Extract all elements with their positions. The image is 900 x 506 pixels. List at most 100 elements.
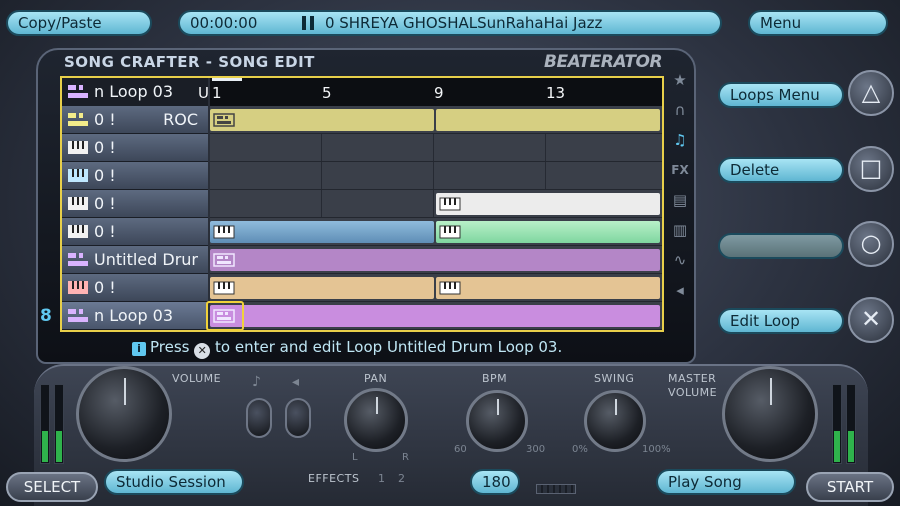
mode-tabs: ★ ∩ ♫ FX ▤ ▥ ∿ ◂	[668, 68, 694, 308]
swing-label: SWING	[594, 372, 635, 385]
keyboard-icon	[68, 281, 88, 294]
device-frame: Copy/Paste 00:00:00 0 SHREYA GHOSHALSunR…	[0, 0, 900, 506]
blank-slot-button[interactable]	[718, 233, 844, 259]
keyboard-icon[interactable]: ▥	[668, 218, 692, 242]
cross-button[interactable]: ✕	[848, 297, 894, 343]
loop-segment[interactable]	[436, 277, 660, 299]
solo-toggle[interactable]	[285, 398, 311, 438]
loop-segment[interactable]	[436, 193, 660, 215]
effects-label: EFFECTS	[308, 472, 360, 485]
header-track-label: n Loop 03	[62, 78, 208, 106]
ruler-tick: 1	[212, 84, 222, 102]
loop-segment[interactable]	[210, 109, 434, 131]
loops-menu-button[interactable]: Loops Menu	[718, 82, 844, 108]
start-button[interactable]: START	[806, 472, 894, 502]
track-label-3[interactable]: 0 !	[62, 162, 208, 190]
bpm-max-label: 300	[526, 444, 546, 455]
song-grid: n Loop 03 U 1 5 9 13 0 ! ROC 0 ! 0 ! 0 !…	[60, 76, 664, 332]
speaker-icon: ◂	[292, 374, 300, 390]
edit-loop-button[interactable]: Edit Loop	[718, 308, 844, 334]
master-volume-knob[interactable]	[722, 366, 818, 462]
master-meter-right-2	[846, 384, 856, 464]
bpm-label: BPM	[482, 372, 508, 385]
loop-segment[interactable]	[210, 249, 660, 271]
selected-loop-segment[interactable]	[206, 301, 660, 331]
drum-loop-icon	[213, 253, 235, 267]
pan-label: PAN	[364, 372, 388, 385]
ruler-cut-label: U	[198, 84, 209, 102]
square-button[interactable]: □	[848, 146, 894, 192]
copy-paste-button[interactable]: Copy/Paste	[6, 10, 152, 36]
track-label-2[interactable]: 0 !	[62, 134, 208, 162]
star-icon[interactable]: ★	[668, 68, 692, 92]
bpm-knob[interactable]	[466, 390, 528, 452]
bpm-value-display[interactable]: 180	[470, 469, 520, 495]
loop-segment[interactable]	[436, 221, 660, 243]
menu-button[interactable]: Menu	[748, 10, 888, 36]
volume-meter-left	[40, 384, 50, 464]
song-title: 0 SHREYA GHOSHALSunRahaHai Jazz	[324, 14, 603, 32]
time-display: 00:00:00	[190, 14, 258, 32]
track-label-8[interactable]: n Loop 03	[62, 302, 208, 330]
drum-loop-icon	[68, 85, 88, 98]
track-lane-6[interactable]	[210, 246, 662, 274]
volume-knob[interactable]	[76, 366, 172, 462]
track-lane-2[interactable]	[210, 134, 662, 162]
info-icon: i	[132, 342, 146, 356]
keyboard-icon	[68, 225, 88, 238]
pan-right-label: R	[402, 452, 409, 463]
loop-segment[interactable]	[210, 221, 434, 243]
music-note-icon[interactable]: ♫	[668, 128, 692, 152]
cross-button-glyph: ✕	[194, 343, 211, 359]
track-lane-4[interactable]	[210, 190, 662, 218]
bpm-min-label: 60	[454, 444, 467, 455]
keyboard-icon	[213, 225, 235, 239]
master-meter-right	[832, 384, 842, 464]
track-number-indicator: 8	[40, 306, 52, 326]
drum-loop-icon	[213, 113, 235, 127]
pan-knob[interactable]	[344, 388, 408, 452]
play-song-button[interactable]: Play Song	[656, 469, 796, 495]
keyboard-icon	[213, 281, 235, 295]
keyboard-icon	[439, 197, 461, 211]
ruler-tick: 13	[546, 84, 566, 102]
battery-indicator	[536, 484, 576, 494]
fx-icon[interactable]: FX	[668, 158, 692, 182]
speaker-icon[interactable]: ◂	[668, 278, 692, 302]
track-label-7[interactable]: 0 !	[62, 274, 208, 302]
swing-min-label: 0%	[572, 444, 588, 455]
track-lane-7[interactable]	[210, 274, 662, 302]
track-label-1[interactable]: 0 ! ROC	[62, 106, 208, 134]
track-label-4[interactable]: 0 !	[62, 190, 208, 218]
effects-2-label[interactable]: 2	[398, 472, 406, 485]
effects-1-label[interactable]: 1	[378, 472, 386, 485]
volume-meter-left-2	[54, 384, 64, 464]
timeline-ruler[interactable]: U 1 5 9 13	[198, 78, 662, 106]
track-label-5[interactable]: 0 !	[62, 218, 208, 246]
drum-loop-icon[interactable]: ▤	[668, 188, 692, 212]
triangle-button[interactable]: △	[848, 70, 894, 116]
drum-loop-icon	[68, 309, 88, 322]
wave-icon[interactable]: ∿	[668, 248, 692, 272]
track-lane-8[interactable]	[206, 301, 662, 331]
swing-knob[interactable]	[584, 390, 646, 452]
circle-button[interactable]: ○	[848, 221, 894, 267]
pan-left-label: L	[352, 452, 358, 463]
master-volume-label-1: MASTER	[668, 372, 717, 385]
keyboard-icon	[439, 225, 461, 239]
mute-toggle[interactable]	[246, 398, 272, 438]
select-button[interactable]: SELECT	[6, 472, 98, 502]
track-label-6[interactable]: Untitled Drur	[62, 246, 208, 274]
drum-loop-icon	[213, 309, 235, 323]
studio-session-button[interactable]: Studio Session	[104, 469, 244, 495]
track-lane-5[interactable]	[210, 218, 662, 246]
loop-segment[interactable]	[436, 109, 660, 131]
keyboard-icon	[68, 197, 88, 210]
headphones-icon[interactable]: ∩	[668, 98, 692, 122]
track-lane-1[interactable]	[210, 106, 662, 134]
delete-button[interactable]: Delete	[718, 157, 844, 183]
loop-segment[interactable]	[210, 277, 434, 299]
mute-icon: ♪	[252, 374, 261, 390]
track-lane-3[interactable]	[210, 162, 662, 190]
hint-bar: i Press ✕ to enter and edit Loop Untitled…	[132, 338, 562, 359]
